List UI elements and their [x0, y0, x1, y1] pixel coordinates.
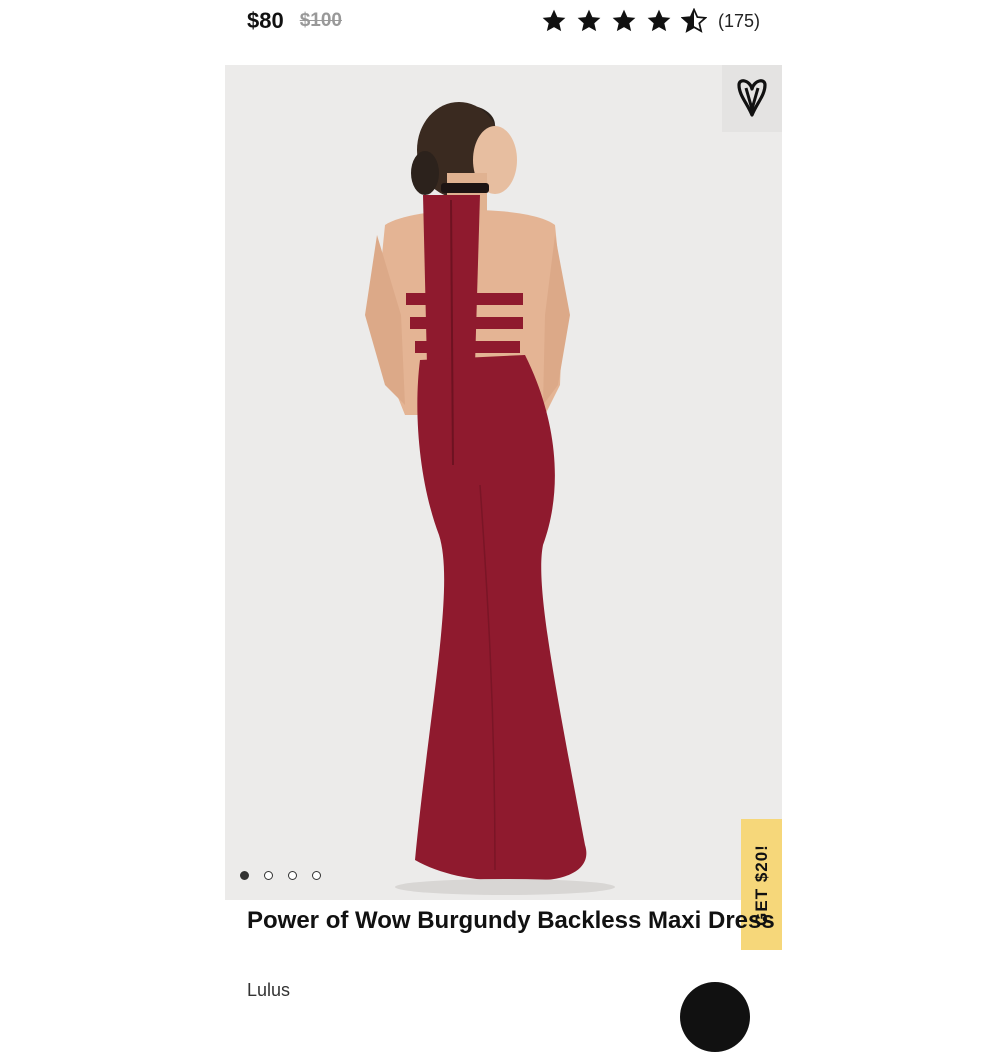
dress-photo — [365, 102, 615, 895]
sale-price: $80 — [247, 8, 284, 33]
star-icon — [612, 9, 636, 32]
star-icon — [577, 9, 601, 32]
favorite-button[interactable] — [722, 65, 782, 132]
rating[interactable]: (175) — [541, 4, 760, 38]
half-star-icon — [680, 8, 707, 33]
rating-count[interactable]: (175) — [718, 11, 760, 32]
product-title: Power of Wow Burgundy Backless Maxi Dres… — [247, 907, 775, 934]
product-image[interactable] — [225, 65, 782, 900]
price-row: $80 $100 — [247, 4, 342, 38]
brand-link[interactable]: Lulus — [247, 980, 290, 1001]
original-price: $100 — [299, 10, 342, 31]
gallery-dot[interactable] — [264, 871, 273, 880]
star-icon — [542, 9, 566, 32]
gallery-dot[interactable] — [240, 871, 249, 880]
floating-action-button[interactable] — [680, 982, 750, 1052]
star-icon — [647, 9, 671, 32]
gallery-dot[interactable] — [288, 871, 297, 880]
heart-v-icon — [737, 78, 767, 117]
gallery-dot[interactable] — [312, 871, 321, 880]
gallery-pagination[interactable] — [240, 871, 321, 880]
